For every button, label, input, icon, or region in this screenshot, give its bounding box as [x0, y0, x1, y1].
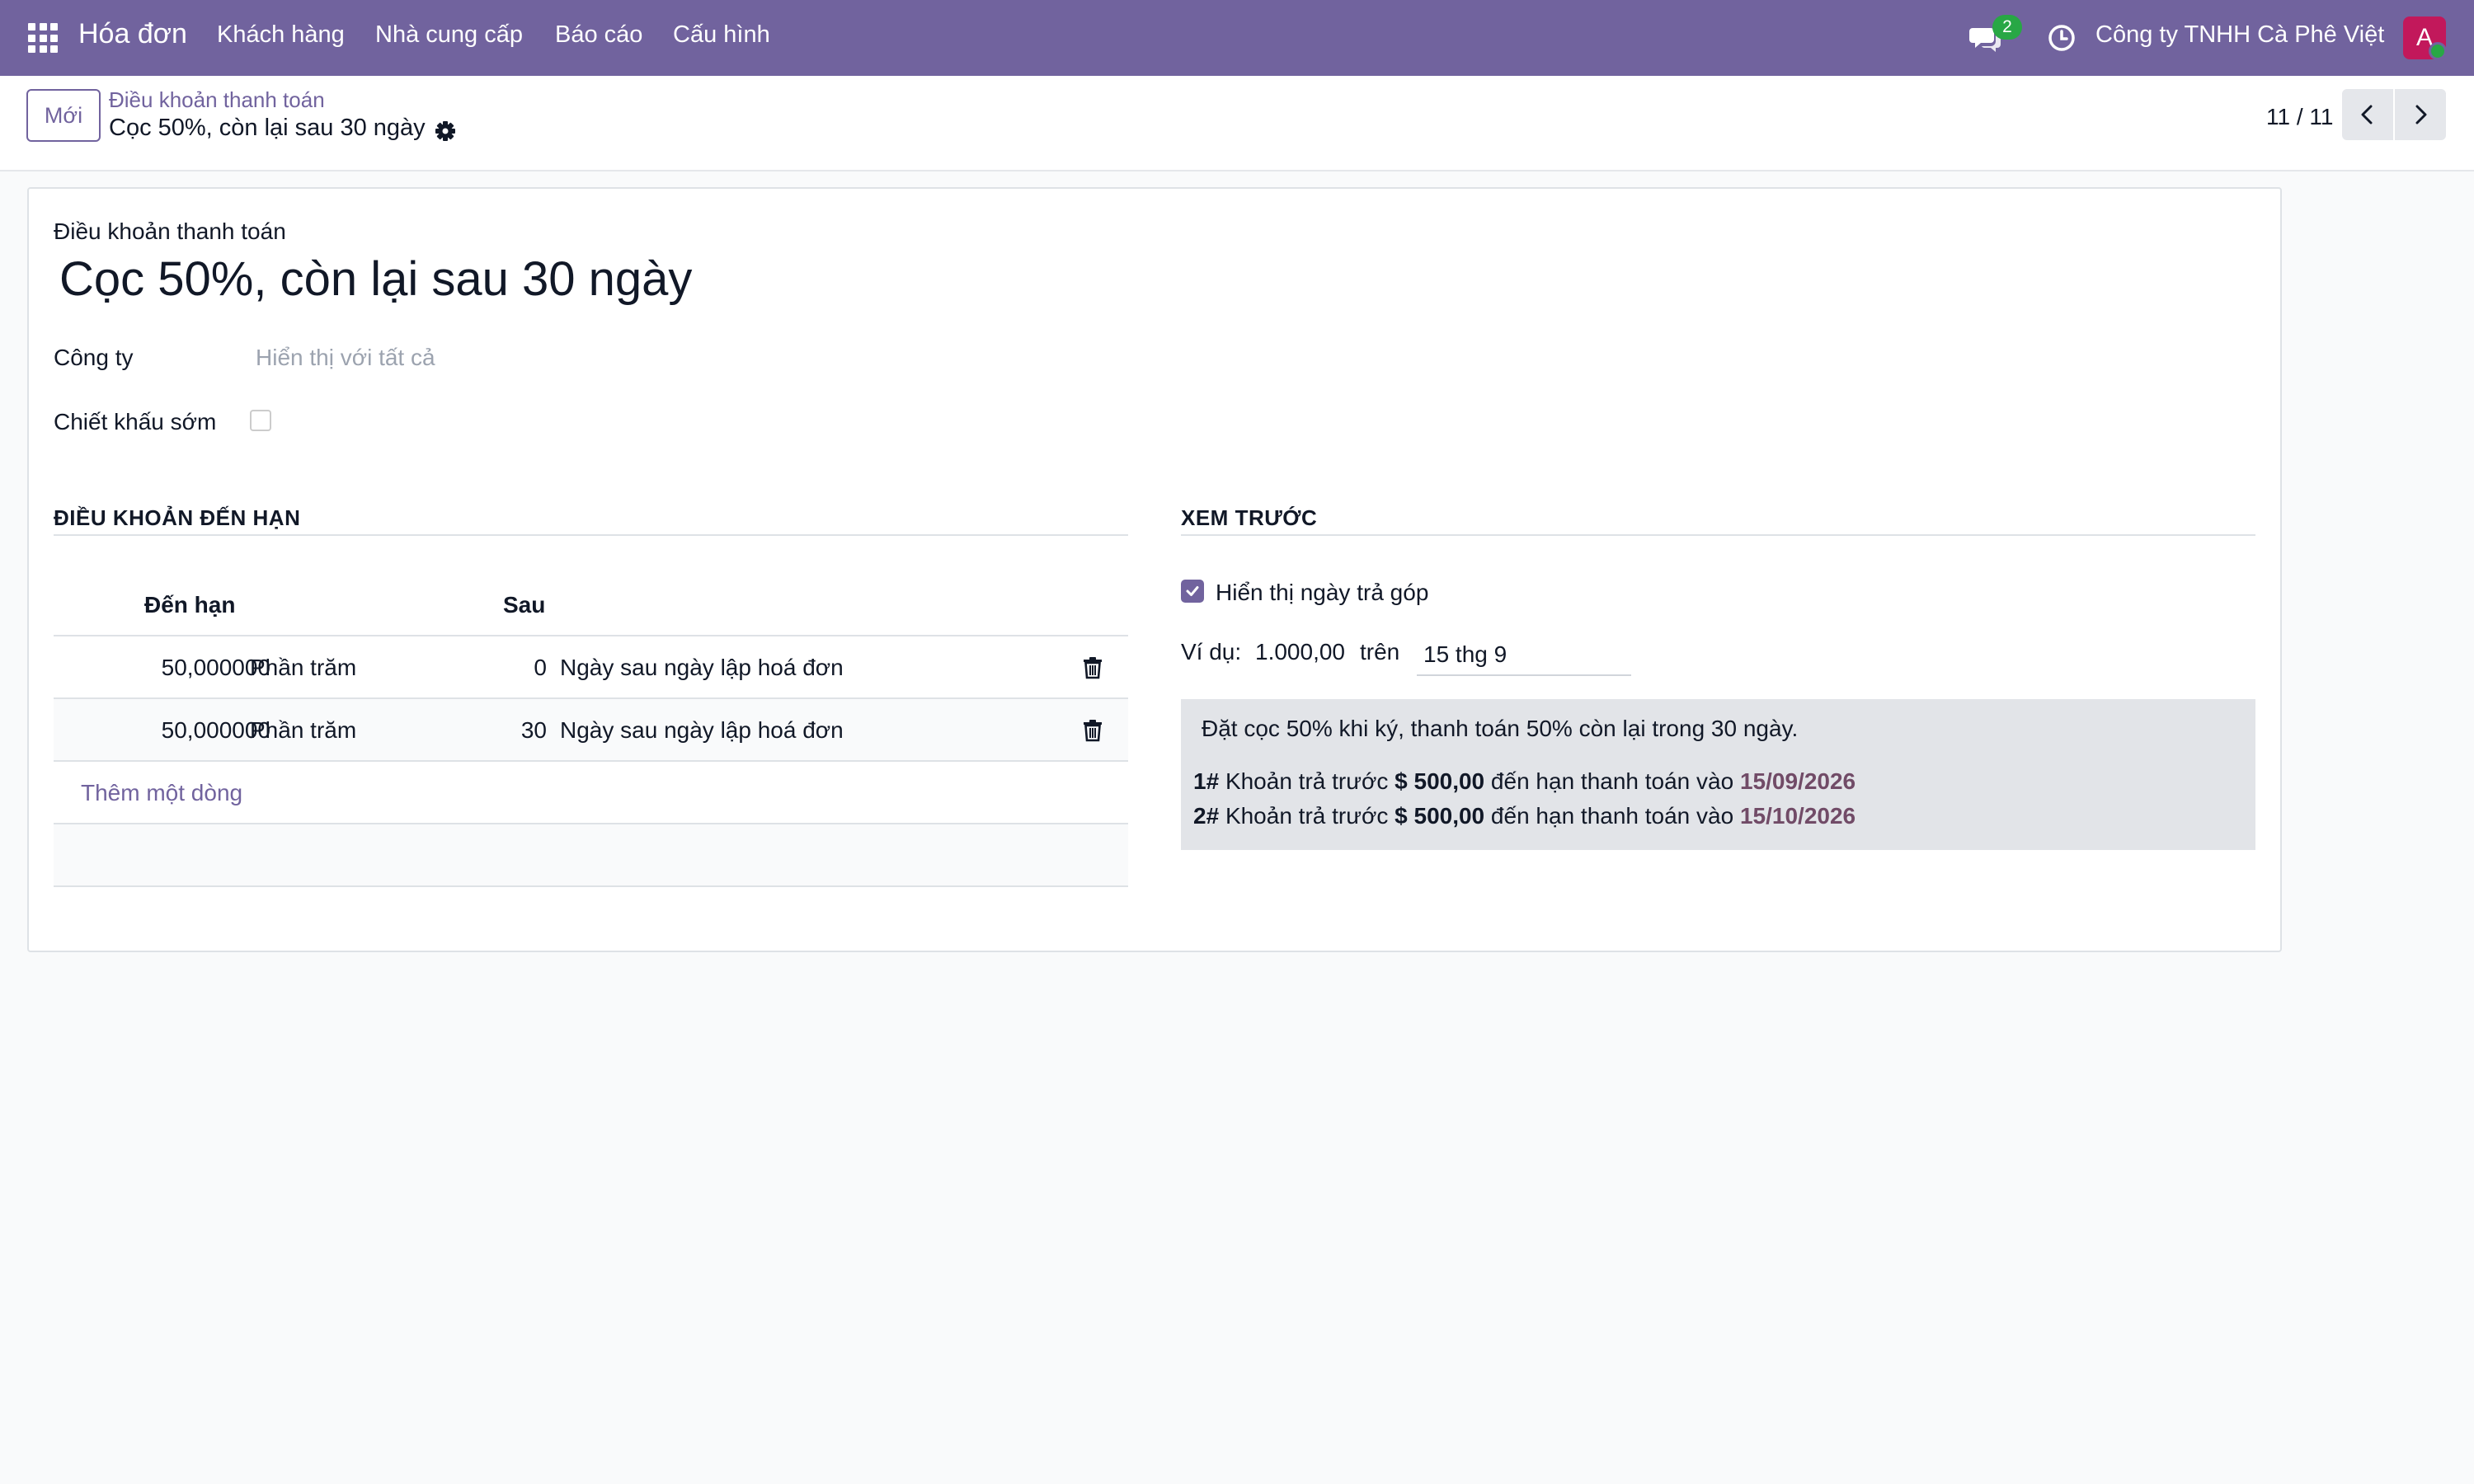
column-header-after[interactable]: Sau	[503, 592, 545, 618]
term-delay-type[interactable]: Ngày sau ngày lập hoá đơn	[560, 655, 844, 681]
installment-index: 1#	[1193, 768, 1220, 794]
preview-box: Đặt cọc 50% khi ký, thanh toán 50% còn l…	[1181, 699, 2255, 850]
company-switcher[interactable]: Công ty TNHH Cà Phê Việt	[2095, 21, 2384, 49]
pager-value[interactable]: 11 / 11	[2266, 104, 2333, 130]
control-panel: Mới Điều khoản thanh toán Cọc 50%, còn l…	[0, 76, 2474, 171]
breadcrumb-parent-link[interactable]: Điều khoản thanh toán	[109, 87, 325, 113]
trash-icon[interactable]	[1082, 656, 1103, 679]
table-row[interactable]: 50,000000 Phần trăm 0 Ngày sau ngày lập …	[54, 635, 1128, 697]
online-status-dot	[2429, 42, 2447, 60]
add-line-row: Thêm một dòng	[54, 760, 1128, 823]
title-label: Điều khoản thanh toán	[54, 218, 286, 244]
example-label: Ví dụ:	[1181, 639, 1242, 665]
chevron-left-icon	[2361, 105, 2373, 124]
term-days[interactable]: 30	[521, 717, 547, 744]
trash-icon[interactable]	[1082, 719, 1103, 742]
example-on-label: trên	[1360, 639, 1400, 665]
preview-description: Đặt cọc 50% khi ký, thanh toán 50% còn l…	[1202, 716, 1799, 741]
installment-amount: $ 500,00	[1395, 803, 1485, 829]
empty-table-row	[54, 823, 1128, 887]
installment-line: 2# Khoản trả trước $ 500,00 đến hạn than…	[1193, 803, 1856, 829]
company-label: Công ty	[54, 345, 134, 370]
pager-next-button[interactable]	[2395, 89, 2446, 140]
installment-date: 15/09/2026	[1739, 768, 1856, 794]
example-date-field[interactable]	[1417, 635, 1631, 676]
app-name[interactable]: Hóa đơn	[78, 18, 187, 50]
gear-icon[interactable]	[433, 119, 458, 143]
section-divider	[1181, 534, 2255, 536]
pager-previous-button[interactable]	[2342, 89, 2393, 140]
example-amount-field[interactable]: 1.000,00	[1255, 639, 1345, 665]
early-discount-label: Chiết khấu sớm	[54, 409, 217, 434]
table-row[interactable]: 50,000000 Phần trăm 30 Ngày sau ngày lập…	[54, 697, 1128, 760]
app-grid-icon[interactable]	[28, 23, 58, 53]
installment-text: Khoản trả trước	[1225, 768, 1389, 794]
installment-due-text: đến hạn thanh toán vào	[1490, 803, 1734, 829]
term-value-type[interactable]: Phần trăm	[250, 655, 356, 681]
show-installments-checkbox[interactable]	[1181, 580, 1204, 603]
installment-text: Khoản trả trước	[1225, 803, 1389, 829]
term-days[interactable]: 0	[534, 655, 547, 681]
term-value-type[interactable]: Phần trăm	[250, 717, 356, 744]
menu-configuration[interactable]: Cấu hình	[673, 21, 770, 49]
installment-index: 2#	[1193, 803, 1220, 829]
company-field[interactable]	[256, 345, 668, 371]
installment-due-text: đến hạn thanh toán vào	[1490, 768, 1734, 794]
early-discount-checkbox[interactable]	[250, 410, 271, 431]
term-delay-type[interactable]: Ngày sau ngày lập hoá đơn	[560, 717, 844, 744]
menu-reporting[interactable]: Báo cáo	[555, 21, 642, 49]
due-terms-section-title: ĐIỀU KHOẢN ĐẾN HẠN	[54, 505, 301, 530]
chevron-right-icon	[2415, 105, 2427, 124]
activity-clock-icon[interactable]	[2047, 23, 2077, 53]
installment-line: 1# Khoản trả trước $ 500,00 đến hạn than…	[1193, 768, 1856, 795]
menu-vendors[interactable]: Nhà cung cấp	[375, 21, 523, 49]
section-divider	[54, 534, 1128, 536]
installment-amount: $ 500,00	[1395, 768, 1485, 794]
menu-customers[interactable]: Khách hàng	[217, 21, 345, 49]
breadcrumb-current: Cọc 50%, còn lại sau 30 ngày	[109, 115, 426, 141]
installment-date: 15/10/2026	[1739, 803, 1856, 829]
top-navbar: Hóa đơn Khách hàng Nhà cung cấp Báo cáo …	[0, 0, 2474, 76]
message-count-badge: 2	[1992, 15, 2022, 40]
preview-section-title: XEM TRƯỚC	[1181, 505, 1318, 530]
payment-term-name-field[interactable]: Cọc 50%, còn lại sau 30 ngày	[59, 251, 692, 307]
column-header-due[interactable]: Đến hạn	[144, 592, 235, 618]
add-line-link[interactable]: Thêm một dòng	[81, 780, 242, 806]
new-button[interactable]: Mới	[26, 89, 101, 142]
show-installments-label[interactable]: Hiển thị ngày trả góp	[1216, 580, 1428, 606]
checkmark-icon	[1186, 586, 1199, 596]
